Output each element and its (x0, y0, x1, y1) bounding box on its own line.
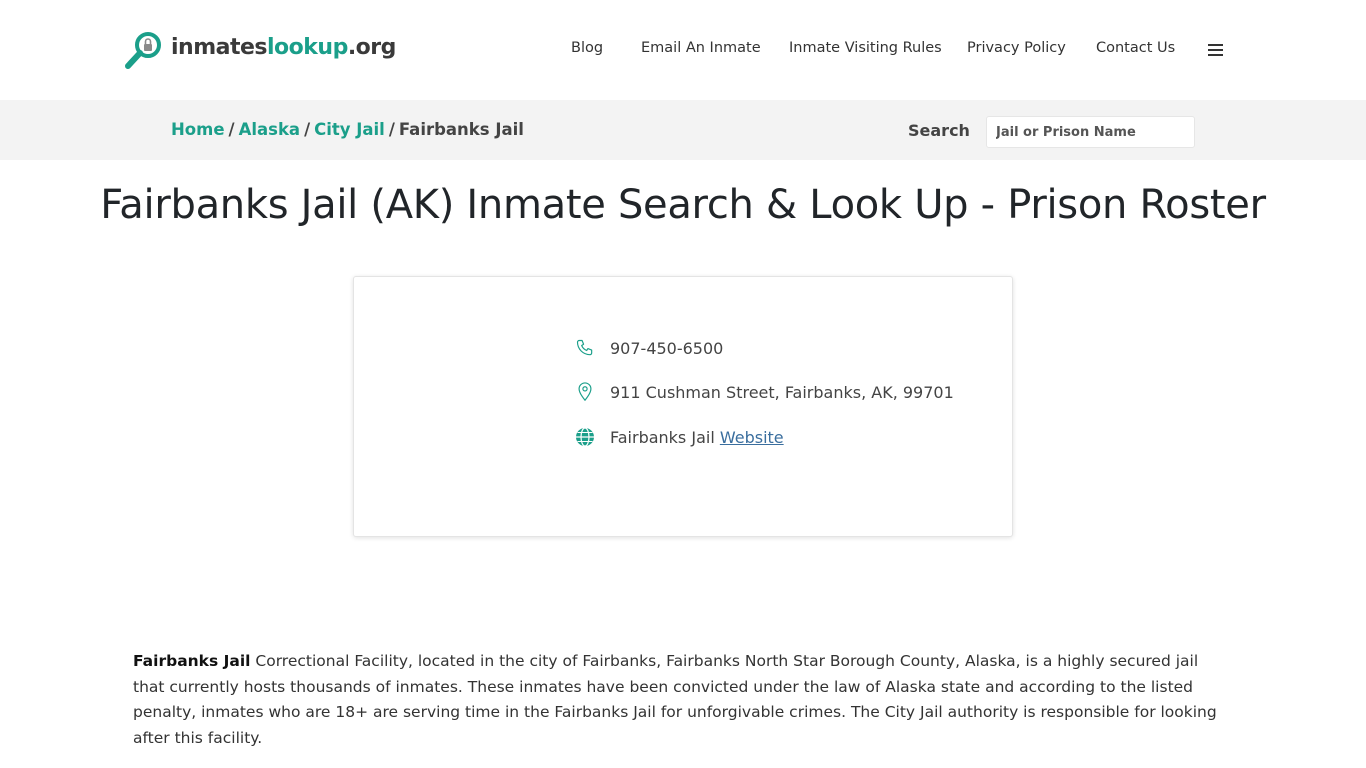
facility-description: Fairbanks Jail Correctional Facility, lo… (133, 649, 1233, 751)
nav-contact-us[interactable]: Contact Us (1096, 40, 1175, 56)
phone-row: 907-450-6500 (574, 337, 723, 359)
breadcrumb-separator: / (304, 120, 311, 139)
globe-icon (574, 426, 596, 448)
website-link[interactable]: Website (720, 428, 784, 447)
main-nav: Blog Email An Inmate Inmate Visiting Rul… (0, 40, 1366, 62)
phone-number: 907-450-6500 (610, 338, 724, 358)
breadcrumb-separator: / (228, 120, 235, 139)
map-pin-icon (574, 381, 596, 403)
address-row: 911 Cushman Street, Fairbanks, AK, 99701 (574, 381, 954, 403)
breadcrumb: Home / Alaska / City Jail / Fairbanks Jail (171, 120, 524, 139)
breadcrumb-bar: Home / Alaska / City Jail / Fairbanks Jail Sea… (0, 100, 1366, 160)
breadcrumb-current: Fairbanks Jail (398, 120, 524, 139)
contact-card: 907-450-6500 911 Cushman Street, Fairban… (353, 276, 1013, 537)
nav-email-an-inmate[interactable]: Email An Inmate (641, 40, 761, 56)
phone-icon (574, 337, 596, 359)
page-title: Fairbanks Jail (AK) Inmate Search & Look… (100, 182, 1266, 228)
search-label: Search (908, 121, 970, 140)
breadcrumb-alaska[interactable]: Alaska (239, 120, 301, 139)
hamburger-icon[interactable] (1208, 44, 1223, 56)
nav-inmate-visiting-rules[interactable]: Inmate Visiting Rules (789, 40, 942, 56)
nav-blog[interactable]: Blog (571, 40, 603, 56)
website-row: Fairbanks Jail Website (574, 426, 784, 448)
website-text: Fairbanks Jail Website (610, 428, 784, 447)
website-prefix: Fairbanks Jail (610, 427, 715, 447)
description-text: Correctional Facility, located in the ci… (133, 652, 1217, 747)
facility-name-bold: Fairbanks Jail (133, 652, 251, 670)
search-input[interactable] (986, 116, 1195, 148)
address-text: 911 Cushman Street, Fairbanks, AK, 99701 (610, 382, 954, 402)
breadcrumb-separator: / (388, 120, 395, 139)
site-header: inmateslookup.org Blog Email An Inmate I… (0, 0, 1366, 100)
breadcrumb-home[interactable]: Home (171, 120, 225, 139)
breadcrumb-city-jail[interactable]: City Jail (314, 120, 385, 139)
nav-privacy-policy[interactable]: Privacy Policy (967, 40, 1066, 56)
